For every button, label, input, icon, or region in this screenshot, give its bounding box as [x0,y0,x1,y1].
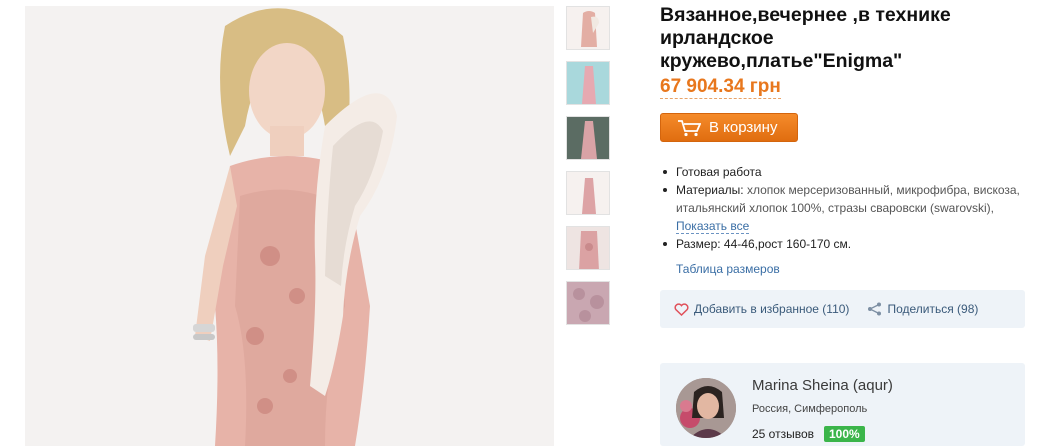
thumbnail-5[interactable] [566,226,610,270]
seller-card: Marina Sheina (aqur) Россия, Симферополь… [660,363,1025,446]
seller-name[interactable]: Marina Sheina (aqur) [752,377,893,394]
favorites-label: Добавить в избранное (110) [694,302,850,316]
size-label: Размер: [676,237,721,251]
add-to-cart-button[interactable]: В корзину [660,113,798,142]
detail-materials: Материалы: хлопок мерсеризованный, микро… [660,181,1030,235]
size-table-link[interactable]: Таблица размеров [676,260,1030,278]
status-text: Готовая работа [676,165,762,179]
product-details: Готовая работа Материалы: хлопок мерсери… [660,163,1030,278]
materials-label: Материалы: [676,183,744,197]
bullet-icon [663,170,667,174]
size-value: 44-46,рост 160-170 см. [723,237,852,251]
thumbnail-3[interactable] [566,116,610,160]
product-title: Вязанное,вечернее ,в технике ирландское … [660,4,951,72]
cart-icon [678,119,701,136]
rating-badge: 100% [824,426,865,442]
bullet-icon [663,188,667,192]
thumbnail-list [566,6,610,336]
thumbnail-2[interactable] [566,61,610,105]
add-to-cart-label: В корзину [709,119,778,136]
show-all-link[interactable]: Показать все [676,219,750,234]
thumbnail-1[interactable] [566,6,610,50]
main-product-photo[interactable] [25,6,554,446]
bullet-icon [663,242,667,246]
add-to-favorites-button[interactable]: Добавить в избранное (110) [674,302,849,316]
thumbnail-6[interactable] [566,281,610,325]
seller-location: Россия, Симферополь [752,403,868,415]
seller-avatar[interactable] [676,378,736,438]
product-price[interactable]: 67 904.34 грн [660,76,781,99]
share-button[interactable]: Поделиться (98) [867,302,978,316]
favorite-share-bar: Добавить в избранное (110) Поделиться (9… [660,290,1025,328]
seller-photo [676,378,736,438]
share-label: Поделиться (98) [887,302,979,316]
product-info: Вязанное,вечернее ,в технике ирландское … [660,4,1030,278]
thumbnail-4[interactable] [566,171,610,215]
heart-icon [674,302,689,316]
detail-size: Размер: 44-46,рост 160-170 см. [660,235,1030,253]
detail-status: Готовая работа [660,163,1030,181]
seller-reviews-link[interactable]: 25 отзывов [752,427,814,441]
share-icon [868,302,882,316]
product-photo-illustration [25,6,554,446]
